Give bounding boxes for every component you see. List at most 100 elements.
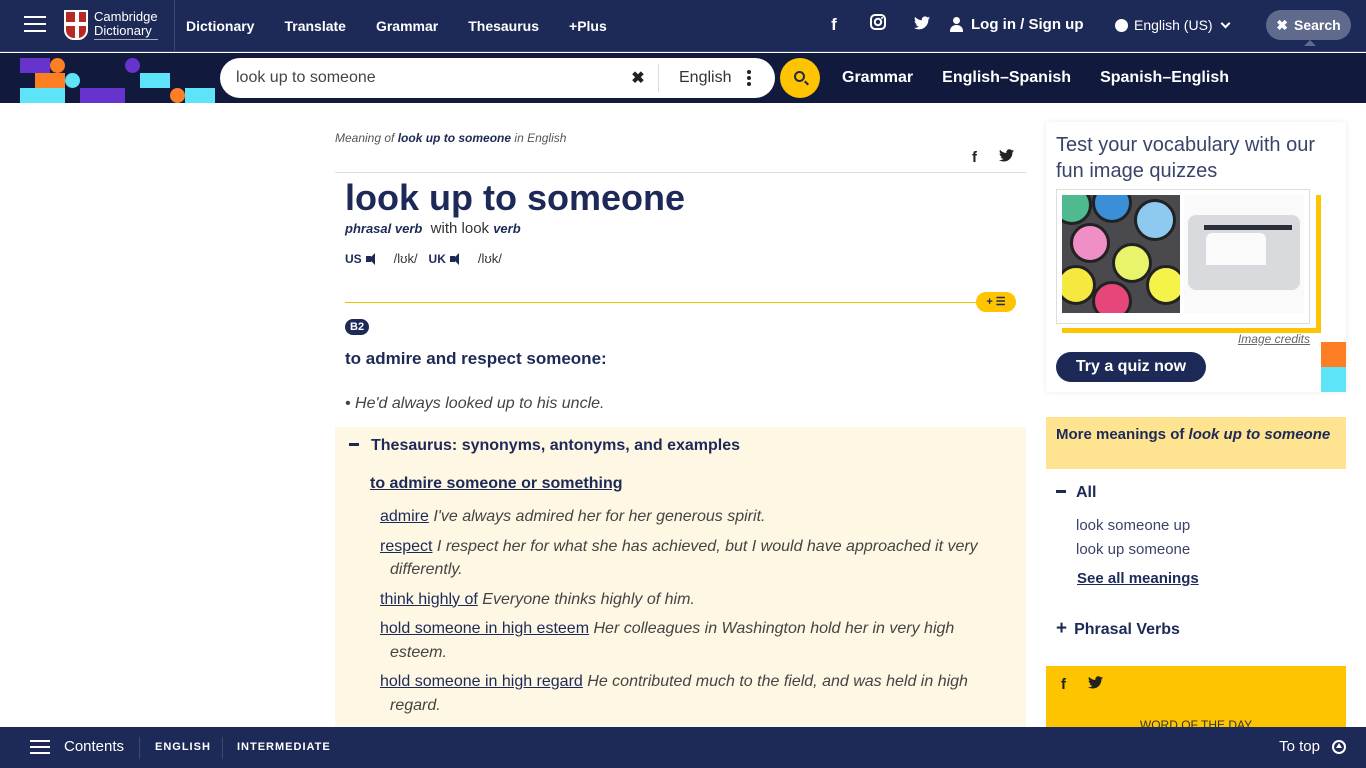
divider: [139, 737, 140, 759]
subnav-grammar[interactable]: Grammar: [842, 69, 913, 87]
nav-thesaurus[interactable]: Thesaurus: [468, 18, 539, 34]
region-uk: UK: [428, 251, 446, 266]
language-selector[interactable]: English (US): [1115, 17, 1231, 33]
synonym-link[interactable]: hold someone in high regard: [380, 673, 583, 690]
decorative-square: [1321, 367, 1346, 392]
search-toggle-label: Search: [1294, 17, 1341, 33]
instagram-icon[interactable]: [856, 14, 900, 35]
thesaurus-item: think highly of Everyone thinks highly o…: [380, 588, 990, 612]
search-input[interactable]: [236, 69, 606, 87]
subnav-english-spanish[interactable]: English–Spanish: [942, 69, 1071, 87]
thesaurus-heading: Thesaurus: synonyms, antonyms, and examp…: [371, 437, 741, 454]
search-toggle-button[interactable]: ✖ Search: [1266, 10, 1351, 46]
thesaurus-subheading-link[interactable]: to admire someone or something: [370, 475, 622, 493]
cambridge-logo[interactable]: Cambridge Dictionary: [64, 10, 158, 40]
nav-plus[interactable]: +Plus: [569, 18, 607, 34]
share-links: f: [950, 149, 1014, 166]
part-of-speech: phrasal verb with look verb: [345, 220, 521, 237]
synonym-link[interactable]: admire: [380, 508, 429, 525]
region-us: US: [345, 251, 362, 266]
divider: [335, 172, 1026, 173]
phrasal-verbs-label: Phrasal Verbs: [1074, 621, 1180, 638]
meaning-prefix: Meaning of: [335, 131, 398, 145]
pronunciation: US /lʊk/ UK /lʊk/: [345, 251, 502, 266]
sewing-machine-image: [1184, 195, 1304, 313]
logo-line2: Dictionary: [94, 24, 158, 40]
to-top-label: To top: [1279, 738, 1320, 755]
close-icon: ✖: [1276, 16, 1289, 33]
main-nav: Dictionary Translate Grammar Thesaurus +…: [186, 0, 637, 52]
facebook-icon[interactable]: f: [1061, 676, 1066, 693]
top-header: Cambridge Dictionary Dictionary Translat…: [0, 0, 1366, 52]
clear-search-icon[interactable]: ✖: [626, 68, 650, 88]
globe-icon: [1115, 18, 1128, 32]
more-options-icon[interactable]: [747, 68, 752, 88]
meaning-suffix: in English: [511, 131, 567, 145]
speaker-icon[interactable]: [449, 252, 464, 265]
speaker-icon[interactable]: [365, 252, 380, 265]
facebook-icon[interactable]: f: [972, 149, 977, 166]
dictionary-subnav: Grammar English–Spanish Spanish–English: [842, 53, 1258, 103]
to-top-button[interactable]: To top: [1279, 738, 1346, 755]
all-label: All: [1076, 484, 1097, 501]
twitter-icon[interactable]: [900, 15, 944, 35]
twitter-icon[interactable]: [999, 149, 1014, 166]
word-of-the-day-panel: f WORD OF THE DAY: [1046, 666, 1346, 732]
quiz-image[interactable]: [1056, 189, 1321, 333]
thesaurus-list: admire I've always admired her for her g…: [380, 505, 990, 723]
logo-line1: Cambridge: [94, 9, 158, 24]
arrow-up-circle-icon: [1332, 739, 1346, 754]
all-toggle[interactable]: All: [1056, 484, 1096, 502]
phrasal-verbs-toggle[interactable]: + Phrasal Verbs: [1056, 618, 1180, 640]
synonym-link[interactable]: hold someone in high esteem: [380, 620, 589, 637]
facebook-icon[interactable]: f: [812, 15, 856, 35]
quiz-promo: Test your vocabulary with our fun image …: [1046, 122, 1346, 392]
tag-intermediate[interactable]: INTERMEDIATE: [237, 741, 331, 753]
divider: [345, 302, 995, 303]
nav-translate[interactable]: Translate: [284, 18, 345, 34]
contents-menu-icon[interactable]: [30, 740, 50, 758]
tag-english[interactable]: ENGLISH: [155, 741, 211, 753]
more-meanings-heading: More meanings of look up to someone: [1046, 417, 1346, 469]
synonym-link[interactable]: think highly of: [380, 591, 478, 608]
with-pos: verb: [493, 221, 521, 236]
menu-icon[interactable]: [24, 16, 46, 34]
with-text: with look: [430, 220, 490, 237]
level-badge: B2: [345, 319, 370, 335]
meaning-of-label: Meaning of look up to someone in English: [335, 131, 566, 145]
contents-button[interactable]: Contents: [64, 738, 124, 755]
search-button[interactable]: [780, 58, 820, 98]
meaning-link[interactable]: look someone up: [1076, 514, 1190, 538]
login-link[interactable]: Log in / Sign up: [950, 16, 1083, 33]
subnav-spanish-english[interactable]: Spanish–English: [1100, 69, 1229, 87]
thesaurus-item: admire I've always admired her for her g…: [380, 505, 990, 529]
try-quiz-button[interactable]: Try a quiz now: [1056, 352, 1206, 382]
add-to-word-list-button[interactable]: + ☰: [976, 292, 1016, 312]
example-sentence: • He'd always looked up to his uncle.: [345, 395, 605, 412]
twitter-icon[interactable]: [1088, 676, 1103, 693]
dictionary-select[interactable]: English: [679, 69, 731, 87]
meaning-links: look someone up look up someone: [1076, 514, 1190, 562]
social-links: f: [812, 14, 944, 35]
image-credits-link[interactable]: Image credits: [1238, 332, 1310, 346]
meaning-link[interactable]: look up someone: [1076, 538, 1190, 562]
search-icon: [794, 71, 805, 82]
login-label: Log in / Sign up: [971, 16, 1084, 33]
thesaurus-panel: Thesaurus: synonyms, antonyms, and examp…: [335, 427, 1026, 737]
ipa-uk: /lʊk/: [477, 251, 502, 266]
more-word: look up to someone: [1188, 426, 1331, 443]
nav-dictionary[interactable]: Dictionary: [186, 18, 254, 34]
see-all-meanings-link[interactable]: See all meanings: [1077, 570, 1199, 587]
thesaurus-item: hold someone in high regard He contribut…: [380, 670, 990, 717]
synonym-link[interactable]: respect: [380, 538, 432, 555]
pos-label: phrasal verb: [345, 221, 423, 236]
nav-grammar[interactable]: Grammar: [376, 18, 438, 34]
search-box: ✖ English: [220, 58, 775, 98]
ipa-us: /lʊk/: [393, 251, 418, 266]
minus-icon: [1056, 489, 1066, 493]
divider: [222, 737, 223, 759]
plus-icon: +: [1056, 618, 1068, 639]
language-label: English (US): [1134, 17, 1213, 33]
chevron-down-icon: [1220, 18, 1231, 28]
thesaurus-toggle[interactable]: Thesaurus: synonyms, antonyms, and examp…: [349, 437, 740, 455]
